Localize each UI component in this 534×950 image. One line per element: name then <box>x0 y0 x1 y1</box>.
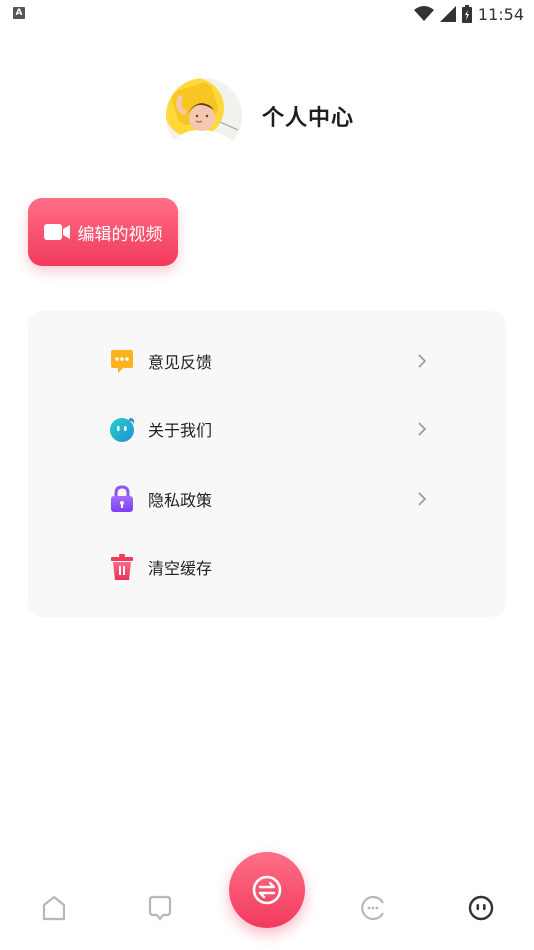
lock-icon <box>108 485 136 513</box>
status-time: 11:54 <box>477 4 524 24</box>
avatar-illustration <box>166 78 242 154</box>
menu-item-privacy[interactable]: 隐私政策 <box>108 483 428 515</box>
status-bar: A 11:54 <box>0 0 534 30</box>
chevron-right-icon <box>418 354 427 368</box>
nav-chat[interactable] <box>145 893 175 923</box>
edit-video-label: 编辑的视频 <box>77 224 163 245</box>
feedback-icon <box>108 347 136 375</box>
profile-page: A 11:54 个人中心 编辑的视频 意见反馈 关于我们 隐私政策 清空缓存 <box>0 0 534 950</box>
menu-item-label: 隐私政策 <box>148 491 213 510</box>
menu-item-feedback[interactable]: 意见反馈 <box>108 345 428 377</box>
profile-icon <box>468 895 494 921</box>
wifi-icon <box>413 6 434 21</box>
nav-home[interactable] <box>39 893 69 923</box>
nav-emoji[interactable] <box>358 893 388 923</box>
bottom-nav <box>0 852 534 950</box>
chat-icon <box>148 895 172 921</box>
menu-item-label: 清空缓存 <box>148 559 213 578</box>
menu-card: 意见反馈 关于我们 隐私政策 清空缓存 <box>28 311 506 617</box>
notification-icon: A <box>13 7 25 19</box>
trash-icon <box>108 553 136 581</box>
home-icon <box>42 895 66 921</box>
menu-item-label: 意见反馈 <box>148 353 213 372</box>
menu-item-about[interactable]: 关于我们 <box>108 413 428 445</box>
edit-video-button[interactable]: 编辑的视频 <box>28 198 178 266</box>
about-icon <box>108 415 136 443</box>
nav-profile[interactable] <box>466 893 496 923</box>
battery-icon <box>461 5 472 23</box>
signal-icon <box>439 6 456 22</box>
page-title: 个人中心 <box>262 106 355 131</box>
menu-item-label: 关于我们 <box>148 421 213 440</box>
status-icons: 11:54 <box>413 4 524 24</box>
emoji-icon <box>361 895 384 921</box>
convert-button[interactable] <box>229 852 305 928</box>
menu-item-clear-cache[interactable]: 清空缓存 <box>108 551 428 583</box>
video-camera-icon <box>43 224 70 240</box>
chevron-right-icon <box>418 492 427 506</box>
avatar[interactable] <box>166 78 242 154</box>
convert-icon <box>252 875 282 905</box>
chevron-right-icon <box>418 422 427 436</box>
